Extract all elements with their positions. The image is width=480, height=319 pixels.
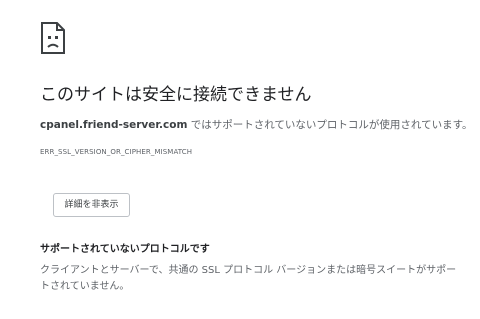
error-summary: cpanel.friend-server.com ではサポートされていないプロト… bbox=[40, 118, 473, 132]
error-page: このサイトは安全に接続できません cpanel.friend-server.co… bbox=[0, 0, 480, 319]
error-code: ERR_SSL_VERSION_OR_CIPHER_MISMATCH bbox=[40, 148, 193, 156]
summary-text: ではサポートされていないプロトコルが使用されています。 bbox=[187, 119, 473, 131]
details-heading: サポートされていないプロトコルです bbox=[40, 244, 210, 255]
details-body: クライアントとサーバーで、共通の SSL プロトコル バージョンまたは暗号スイー… bbox=[40, 265, 457, 292]
host-name: cpanel.friend-server.com bbox=[40, 119, 188, 131]
page-title: このサイトは安全に接続できません bbox=[40, 85, 312, 105]
sad-page-icon bbox=[41, 22, 65, 54]
hide-details-button[interactable]: 詳細を非表示 bbox=[53, 193, 130, 217]
